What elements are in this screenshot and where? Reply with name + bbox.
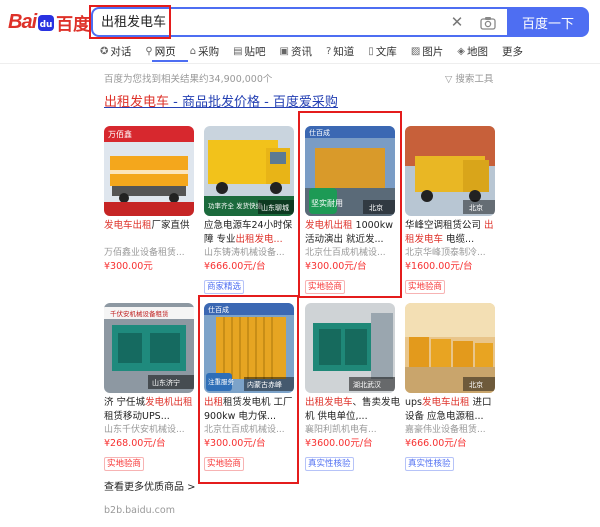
result-title-link[interactable]: 出租发电车 - 商品批发价格 - 百度爱采购 [104,91,338,110]
product-price: ¥666.00元/台 [204,261,266,272]
image-location: 北京 [469,203,483,212]
search-tools[interactable]: ▽ 搜索工具 [445,71,493,85]
image-location: 山东聊城 [261,203,289,212]
product-card[interactable]: 仕百成 注重服务 内蒙古赤峰 出租租赁发电机 工厂 900kw 电力保... 北… [204,303,300,471]
search-button[interactable]: 百度一下 [507,7,589,37]
product-seller: 北京仕百成机械设... [204,425,285,435]
product-price: ¥300.00元/台 [305,261,367,272]
tab-map[interactable]: ◈ 地图 [457,42,488,60]
product-title: 出租租赁发电机 工厂 900kw 电力保... [204,397,293,422]
product-title: 应急电源车24小时保障 专业出租发电... [204,220,293,245]
tab-chat[interactable]: ✪ 对话 [100,42,131,60]
product-price: ¥300.00元/台 [204,438,266,449]
divider [0,63,600,64]
nav-tabs: ✪ 对话 ⚲ 网页 ⌂ 采购 ▤ 贴吧 ▣ 资讯 ? 知道 ▯ 文库 ▨ 图片 ◈ 地图 更多 [100,42,537,60]
tieba-icon: ▤ [233,45,243,57]
product-seller: 嘉豪伟业设备租赁... [405,425,486,435]
product-badge: 实地验商 [204,457,245,471]
product-title: 发电车出租厂家直供 [104,220,190,231]
image-sub: 注重服务 [208,377,235,386]
image-location: 山东济宁 [152,378,180,387]
image-icon: ▨ [410,45,421,57]
product-image: 北京 [405,303,495,393]
product-seller: 襄阳利凯机电有... [305,425,377,435]
product-card[interactable]: 北京 华峰空调租赁公司 出租发电车 电缆... 北京华峰顶泰制冷... ¥160… [405,126,501,294]
product-card[interactable]: 万佰鑫 发电车出租厂家直供 万佰鑫业设备租赁... ¥300.00元 [104,126,200,274]
paw-icon: du [37,12,55,32]
camera-icon[interactable] [480,15,496,30]
product-title: 华峰空调租赁公司 出租发电车 电缆... [405,220,494,245]
product-image: 万佰鑫 [104,126,194,216]
image-location: 内蒙古赤峰 [247,380,282,389]
logo-text-left: Bai [8,10,37,33]
svg-text:du: du [40,20,53,30]
image-tag: 仕百成 [309,128,330,137]
logo-text-right: 百度 [56,14,91,35]
search-icon: ⚲ [145,45,153,57]
image-sub: 功率齐全 发货快捷 [208,201,263,210]
product-seller: 山东铸涛机械设备... [204,248,285,258]
image-tag: 万佰鑫 [108,129,132,139]
product-price: ¥666.00元/台 [405,438,467,449]
tab-images[interactable]: ▨ 图片 [411,42,443,60]
product-seller: 北京华峰顶泰制冷... [405,248,486,258]
product-image: 北京 [405,126,495,216]
result-count: 百度为您找到相关结果约34,900,000个 [104,74,273,85]
product-badge: 真实性核验 [305,457,354,471]
image-tag: 仕百成 [208,305,229,314]
active-tab-indicator [152,60,188,62]
image-location: 北京 [469,380,483,389]
product-image: 千伏安机械设备租赁 山东济宁 [104,303,194,393]
product-seller: 山东千伏安机械设... [104,425,185,435]
image-location: 北京 [369,203,383,212]
result-source[interactable]: b2b.baidu.com [104,505,175,516]
close-icon[interactable]: ✕ [449,13,465,31]
product-card[interactable]: 仕百成 坚实耐用 北京 发电机出租 1000kw 活动演出 就近发... 北京仕… [305,126,401,294]
chat-icon: ✪ [100,45,109,57]
product-image: 仕百成 注重服务 内蒙古赤峰 [204,303,294,393]
product-price: ¥3600.00元/台 [305,438,373,449]
product-badge: 实地验商 [405,280,446,294]
product-card[interactable]: 湖北武汉 出租发电车、售卖发电机 供电单位,... 襄阳利凯机电有... ¥36… [305,303,401,471]
doc-icon: ▯ [368,45,374,57]
baidu-logo[interactable]: Bai du 百度 [8,8,90,36]
product-title: 出租发电车、售卖发电机 供电单位,... [305,397,401,422]
product-badge: 真实性核验 [405,457,454,471]
product-seller: 万佰鑫业设备租赁... [104,248,185,258]
tab-news[interactable]: ▣ 资讯 [280,42,312,60]
search-input[interactable] [101,13,401,28]
product-image: 仕百成 坚实耐用 北京 [305,126,395,216]
product-price: ¥1600.00元/台 [405,261,473,272]
product-title: 济 宁任城发电机出租 租赁移动UPS... [104,397,193,422]
product-title: ups发电车出租 进口设备 应急电源租... [405,397,492,422]
product-image: 湖北武汉 [305,303,395,393]
tab-tieba[interactable]: ▤ 贴吧 [233,42,265,60]
tab-web[interactable]: ⚲ 网页 [145,42,175,60]
product-price: ¥268.00元/台 [104,438,166,449]
product-card[interactable]: 功率齐全 发货快捷 山东聊城 应急电源车24小时保障 专业出租发电... 山东铸… [204,126,300,294]
tab-more[interactable]: 更多 [502,42,523,60]
search-box: ✕ [91,7,507,37]
product-badge: 商家精选 [204,280,245,294]
product-badge: 实地验商 [104,457,145,471]
image-tag: 千伏安机械设备租赁 [110,309,169,318]
tab-shop[interactable]: ⌂ 采购 [190,42,219,60]
image-location: 湖北武汉 [353,380,381,389]
product-seller: 北京仕百成机械设... [305,248,386,258]
product-title: 发电机出租 1000kw 活动演出 就近发... [305,220,393,245]
more-products-link[interactable]: 查看更多优质商品 > [104,478,196,493]
product-price: ¥300.00元 [104,261,153,272]
tab-zhidao[interactable]: ? 知道 [326,42,354,60]
tab-wenku[interactable]: ▯ 文库 [368,42,397,60]
image-sub: 坚实耐用 [311,198,343,208]
question-icon: ? [325,45,332,57]
product-badge: 实地验商 [305,280,346,294]
news-icon: ▣ [279,45,289,57]
product-card[interactable]: 千伏安机械设备租赁 山东济宁 济 宁任城发电机出租 租赁移动UPS... 山东千… [104,303,200,471]
product-image: 功率齐全 发货快捷 山东聊城 [204,126,294,216]
product-card[interactable]: 北京 ups发电车出租 进口设备 应急电源租... 嘉豪伟业设备租赁... ¥6… [405,303,501,471]
filter-icon: ▽ [445,74,456,85]
map-icon: ◈ [457,45,465,57]
shop-icon: ⌂ [189,45,197,57]
